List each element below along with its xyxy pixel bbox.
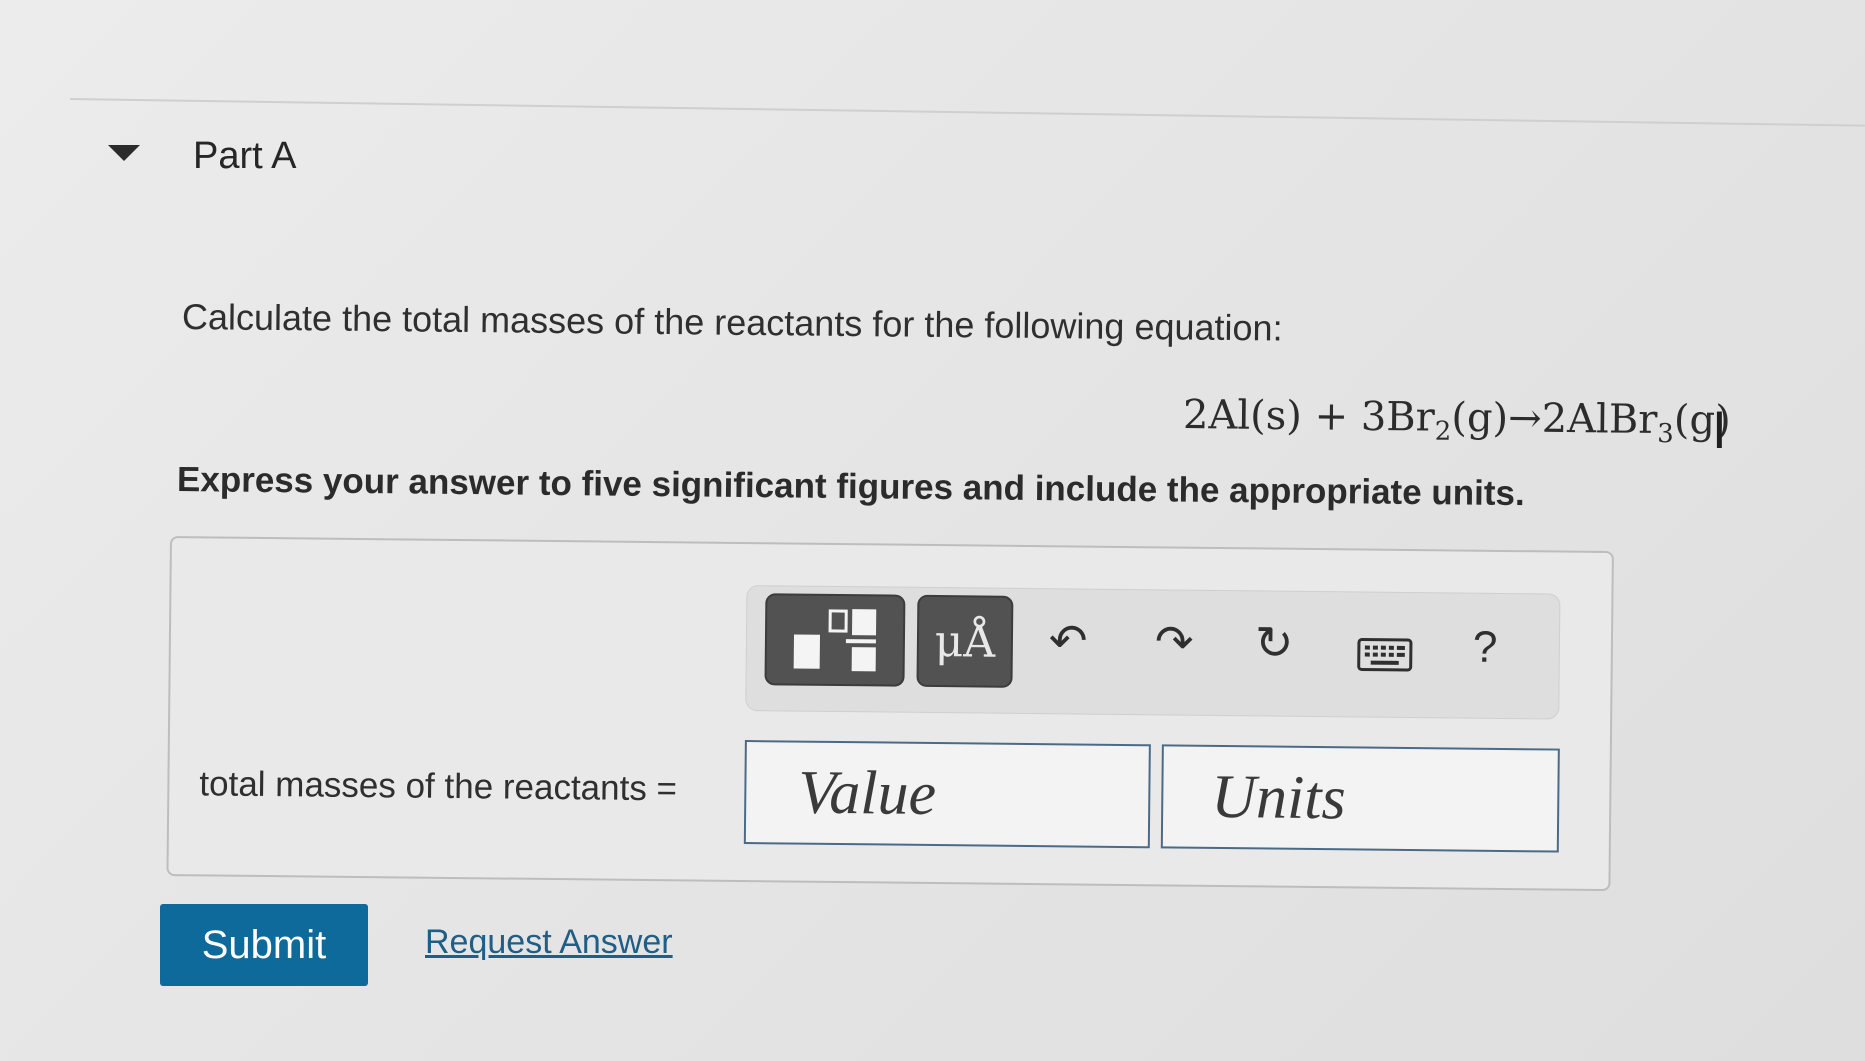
submit-button[interactable]: Submit — [160, 904, 368, 986]
text-cursor-icon: I — [1712, 402, 1727, 460]
part-title: Part A — [193, 135, 297, 177]
help-button[interactable]: ? — [1473, 623, 1498, 672]
equation-reactant-2-state: (g) — [1451, 394, 1509, 442]
fraction-template-icon — [793, 609, 877, 672]
templates-button[interactable] — [764, 593, 906, 687]
math-toolbar: μÅ ↶ ↷ ↻ ? — [745, 585, 1561, 720]
answer-instruction: Express your answer to five significant … — [176, 460, 1525, 514]
redo-icon[interactable]: ↷ — [1155, 615, 1194, 667]
request-answer-link[interactable]: Request Answer — [425, 923, 673, 962]
undo-icon[interactable]: ↶ — [1049, 614, 1088, 666]
equation-reactant-2-subscript: 2 — [1434, 416, 1452, 447]
equation-product-subscript: 3 — [1657, 418, 1674, 450]
equation-reactant-2: 3Br — [1360, 393, 1436, 441]
answer-box: μÅ ↶ ↷ ↻ ? total masses of the reactants… — [166, 536, 1614, 892]
units-symbols-button[interactable]: μÅ — [916, 594, 1014, 688]
reset-icon[interactable]: ↻ — [1255, 616, 1294, 668]
question-prompt: Calculate the total masses of the reacta… — [181, 296, 1283, 349]
collapse-triangle-icon[interactable] — [108, 145, 140, 161]
equation-arrow: → — [1507, 395, 1542, 442]
chemical-equation: 2Al(s) + 3Br2(g)→2AlBr3(g) — [1183, 392, 1731, 450]
equation-plus: + — [1301, 393, 1362, 440]
units-input[interactable] — [1160, 744, 1560, 853]
equation-product: 2AlBr — [1541, 395, 1658, 443]
part-header[interactable]: Part A — [108, 135, 297, 177]
equation-reactant-1: 2Al(s) — [1182, 392, 1303, 440]
section-divider — [69, 98, 1865, 127]
value-input[interactable] — [743, 740, 1151, 849]
keyboard-icon[interactable] — [1357, 632, 1413, 679]
answer-label: total masses of the reactants = — [199, 764, 678, 809]
